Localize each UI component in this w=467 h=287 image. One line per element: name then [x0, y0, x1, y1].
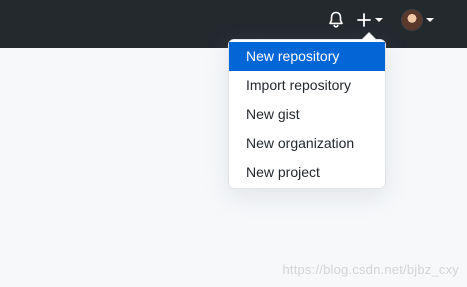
notifications-button[interactable] [326, 10, 346, 30]
create-new-button[interactable] [357, 8, 383, 32]
menu-item-new-organization[interactable]: New organization [229, 129, 385, 158]
menu-item-new-gist[interactable]: New gist [229, 100, 385, 129]
chevron-down-icon [375, 18, 383, 22]
chevron-down-icon [426, 18, 434, 22]
avatar [402, 10, 422, 30]
create-new-dropdown: New repository Import repository New gis… [228, 32, 386, 189]
bell-icon [329, 11, 343, 28]
watermark-text: https://blog.csdn.net/bjbz_cxy [282, 262, 459, 277]
menu-item-new-project[interactable]: New project [229, 158, 385, 187]
profile-menu-button[interactable] [402, 9, 434, 31]
menu-item-import-repository[interactable]: Import repository [229, 71, 385, 100]
plus-icon [357, 13, 371, 27]
menu-item-new-repository[interactable]: New repository [229, 42, 385, 71]
